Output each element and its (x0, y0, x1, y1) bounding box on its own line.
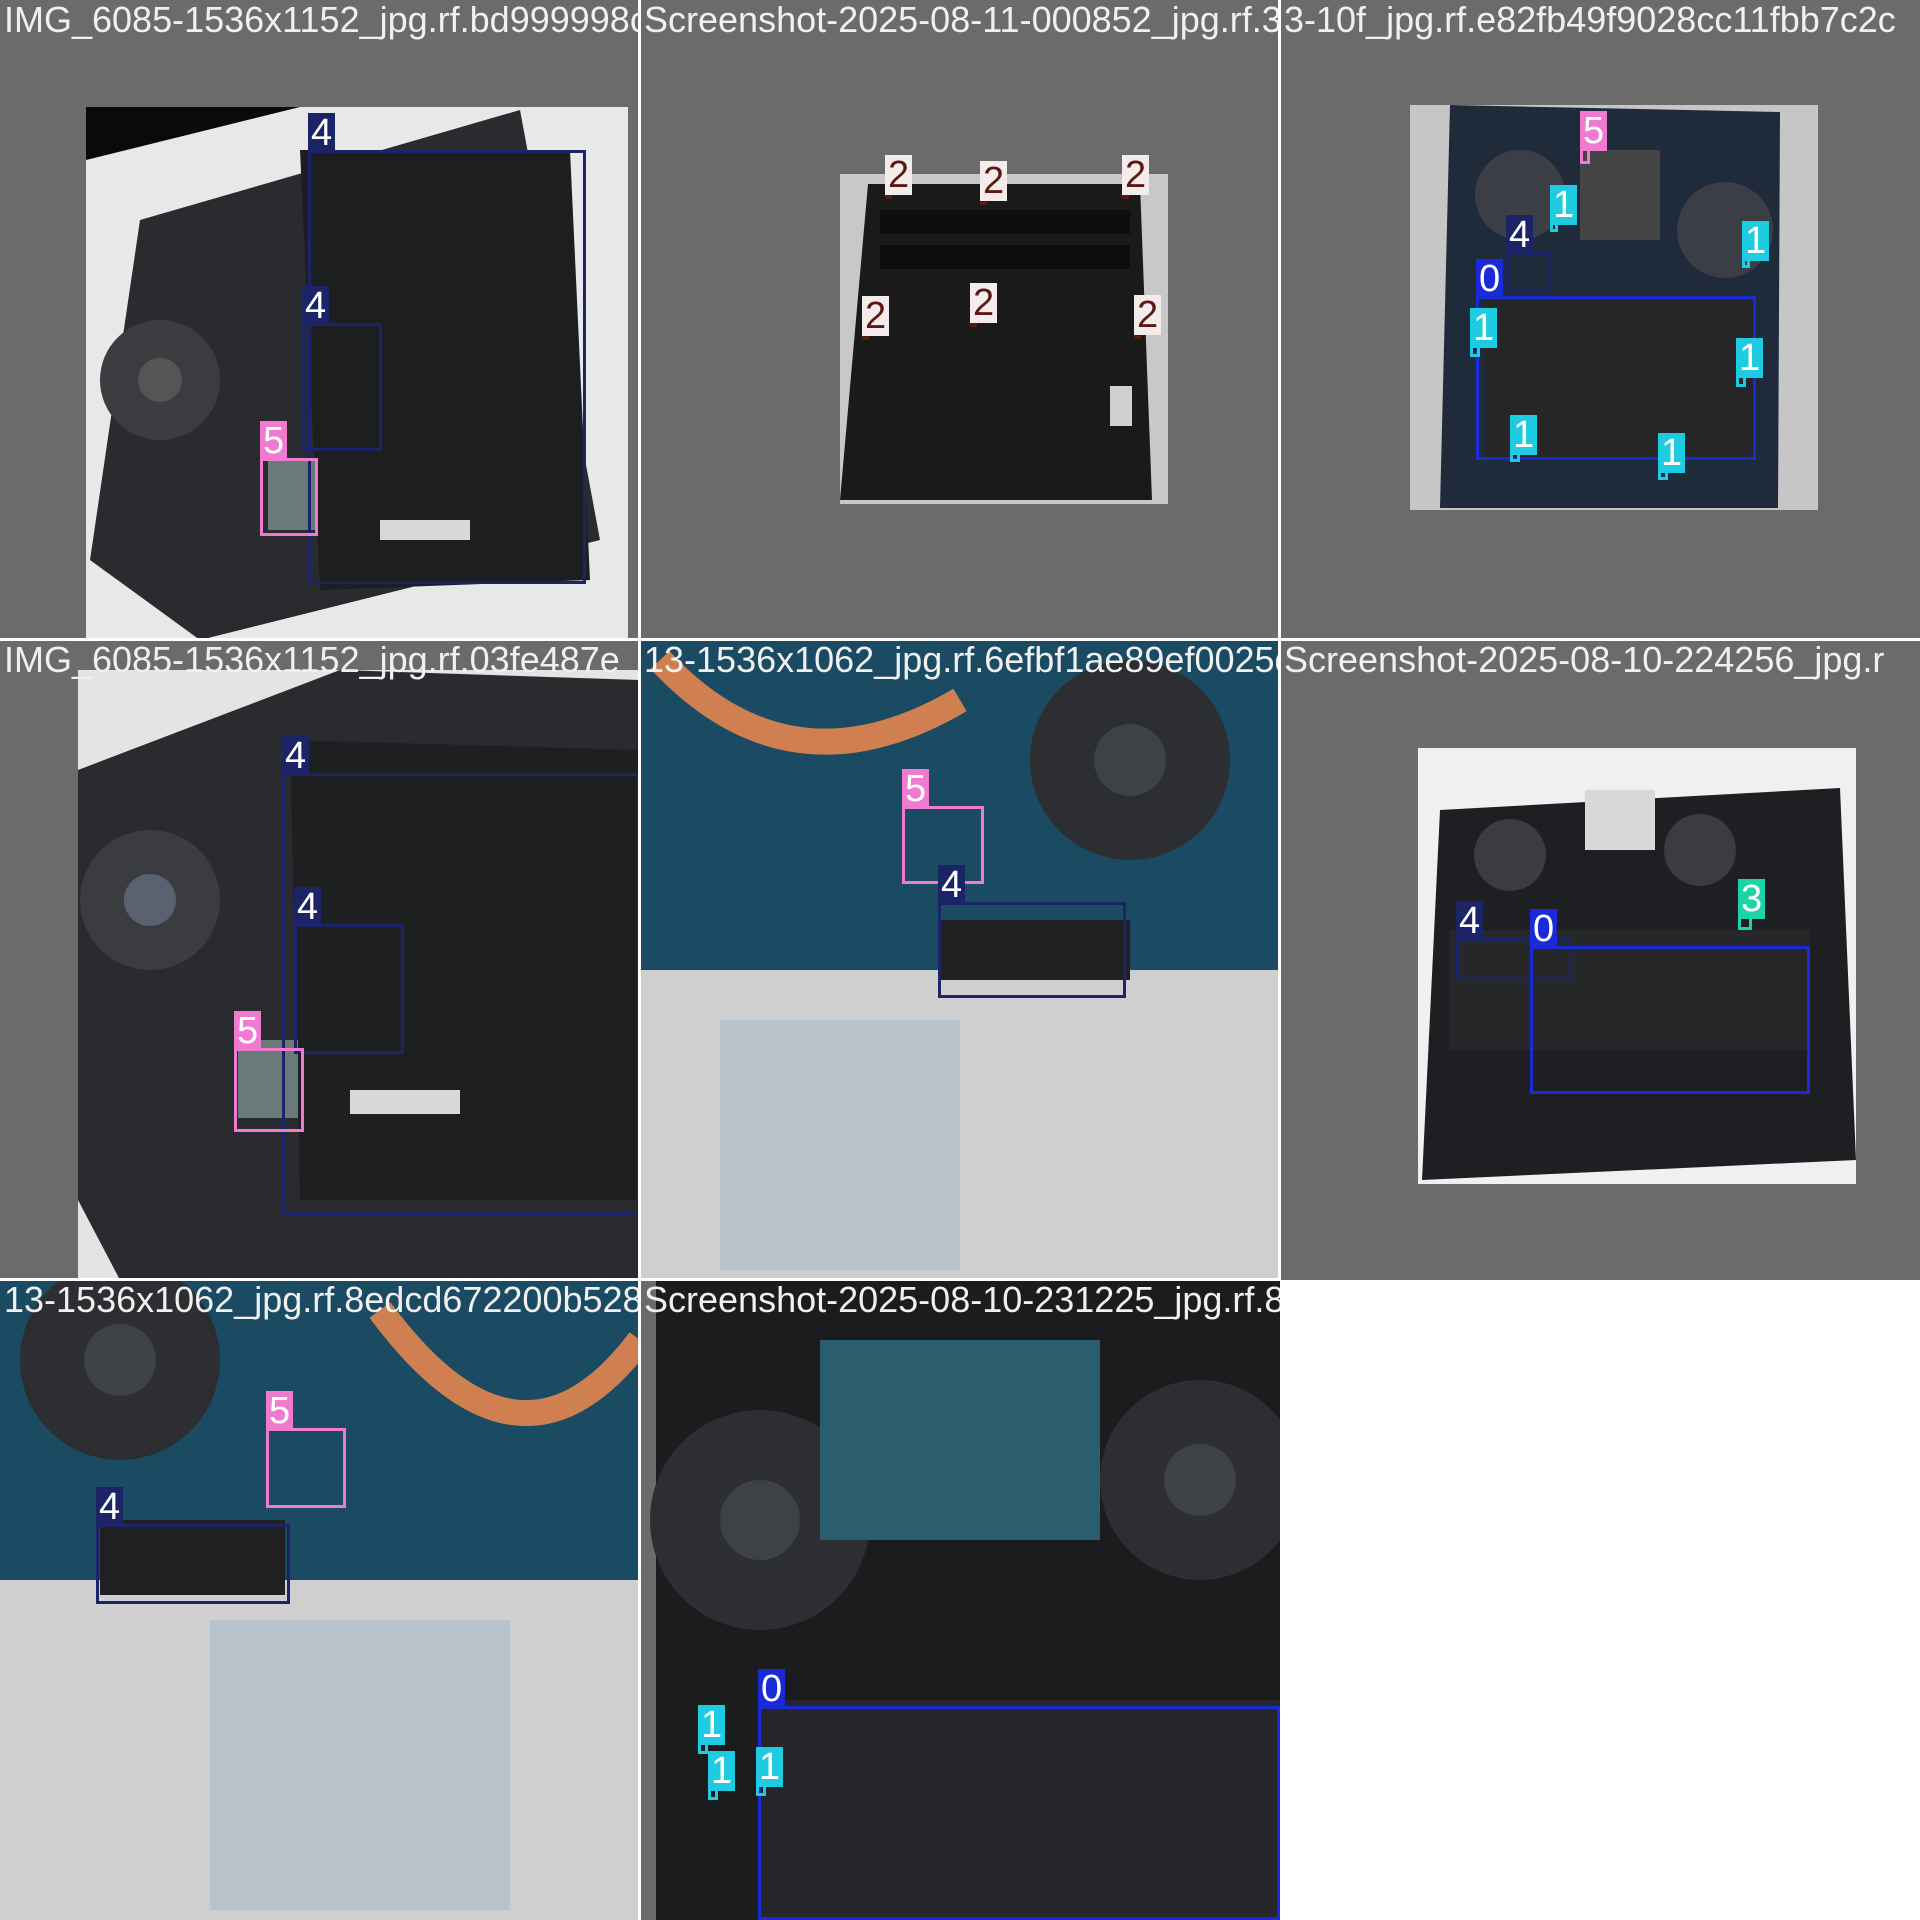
bbox-class-4: 4 (1506, 215, 1552, 292)
bbox-class-1: 1 (1550, 185, 1578, 232)
mosaic-tile-2: Screenshot-2025-08-11-000852_jpg.rf.3510… (640, 0, 1280, 640)
bbox-label: 2 (1122, 155, 1150, 195)
bbox-label: 1 (708, 1751, 736, 1791)
bbox-label: 2 (1134, 295, 1162, 335)
bbox-label: 1 (698, 1705, 726, 1745)
bbox-class-1: 1 (1470, 308, 1498, 357)
bbox-class-5: 5 (1580, 111, 1608, 164)
bbox-class-2: 2 (970, 283, 998, 327)
bbox-class-1: 1 (1736, 338, 1764, 387)
mosaic-tile-8: Screenshot-2025-08-10-231225_jpg.rf.8fcc… (640, 1280, 1280, 1920)
mosaic-tile-7: 13-1536x1062_jpg.rf.8edcd672200b5286ac 5… (0, 1280, 640, 1920)
bbox-class-2: 2 (885, 155, 913, 199)
bbox-class-1: 1 (1742, 221, 1770, 268)
bbox-label: 2 (970, 283, 998, 323)
bbox-class-1: 1 (1658, 433, 1686, 480)
grid-divider (638, 0, 641, 1920)
bbox-label: 4 (282, 736, 310, 776)
bbox-label: 2 (885, 155, 913, 195)
bbox-label: 4 (308, 113, 336, 153)
grid-divider (0, 1278, 1280, 1281)
bbox-class-4: 4 (302, 286, 382, 451)
mosaic-tile-3: 3-10f_jpg.rf.e82fb49f9028cc11fbb7c2c 5 1… (1280, 0, 1920, 640)
bbox-label: 1 (756, 1747, 784, 1787)
bbox-class-1: 1 (756, 1747, 784, 1796)
mosaic-tile-1: IMG_6085-1536x1152_jpg.rf.bd999998c2007 … (0, 0, 640, 640)
bbox-label: 1 (1742, 221, 1770, 261)
bbox-class-5: 5 (260, 421, 318, 536)
mosaic-tile-4: IMG_6085-1536x1152_jpg.rf.03fe487e 4 4 5 (0, 640, 640, 1280)
bbox-label: 1 (1736, 338, 1764, 378)
bbox-label: 0 (1476, 259, 1504, 299)
bbox-label: 1 (1510, 415, 1538, 455)
bbox-class-4: 4 (96, 1487, 290, 1604)
bbox-class-1: 1 (698, 1705, 726, 1754)
bbox-label: 4 (1456, 901, 1484, 941)
grid-divider (0, 638, 1920, 641)
bbox-class-0: 0 (1530, 909, 1810, 1094)
bbox-class-5: 5 (266, 1391, 346, 1508)
bbox-label: 1 (1658, 433, 1686, 473)
bbox-label: 2 (980, 161, 1008, 201)
bbox-label: 2 (862, 296, 890, 336)
bbox-label: 4 (96, 1487, 124, 1527)
bbox-label: 3 (1738, 879, 1766, 919)
bbox-class-1: 1 (1510, 415, 1538, 462)
bbox-class-4: 4 (938, 865, 1126, 998)
bbox-label: 5 (902, 769, 930, 809)
bbox-label: 1 (1470, 308, 1498, 348)
bbox-label: 4 (294, 887, 322, 927)
mosaic-tile-5: 13-1536x1062_jpg.rf.6efbf1ae89ef0025d69 … (640, 640, 1280, 1280)
mosaic-tile-6: Screenshot-2025-08-10-224256_jpg.r 3 4 0 (1280, 640, 1920, 1280)
laptop-photo (840, 174, 1168, 504)
bbox-class-4: 4 (294, 887, 404, 1054)
bbox-label: 5 (266, 1391, 294, 1431)
bbox-label: 5 (1580, 111, 1608, 151)
bbox-label: 5 (260, 421, 288, 461)
bbox-class-2: 2 (1122, 155, 1150, 199)
bbox-class-3: 3 (1738, 879, 1766, 930)
bbox-class-2: 2 (862, 296, 890, 340)
bbox-class-2: 2 (980, 161, 1008, 205)
bbox-class-1: 1 (708, 1751, 736, 1800)
bbox-label: 4 (938, 865, 966, 905)
bbox-class-0: 0 (758, 1669, 1280, 1920)
bbox-class-5: 5 (234, 1011, 304, 1132)
bbox-label: 4 (302, 286, 330, 326)
bbox-label: 5 (234, 1011, 262, 1051)
bbox-label: 4 (1506, 215, 1534, 255)
bbox-label: 0 (758, 1669, 786, 1709)
bbox-class-2: 2 (1134, 295, 1162, 339)
bbox-label: 0 (1530, 909, 1558, 949)
bbox-label: 1 (1550, 185, 1578, 225)
